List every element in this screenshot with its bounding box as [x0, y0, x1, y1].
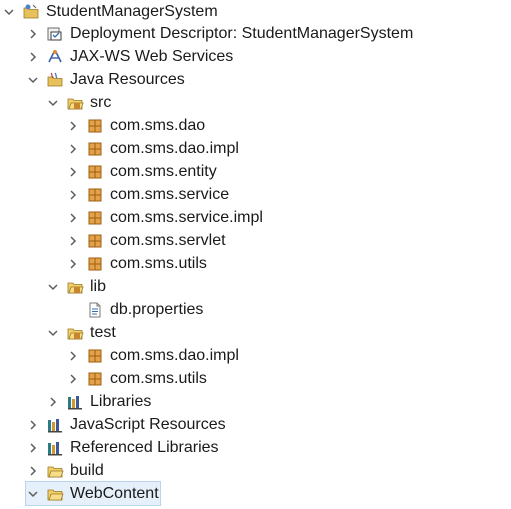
tree-row-package[interactable]: com.sms.dao	[66, 114, 205, 137]
tree-row-label: lib	[90, 278, 107, 295]
tree-row-label: com.sms.dao	[110, 117, 206, 134]
tree-row-build[interactable]: build	[26, 459, 104, 482]
tree-row-package[interactable]: com.sms.service	[66, 183, 229, 206]
chevron-right-icon[interactable]	[26, 441, 40, 455]
tree-row-label: WebContent	[70, 485, 159, 502]
chevron-right-icon[interactable]	[26, 418, 40, 432]
chevron-right-icon[interactable]	[26, 50, 40, 64]
chevron-right-icon[interactable]	[26, 27, 40, 41]
chevron-right-icon[interactable]	[66, 349, 80, 363]
tree-row-label: build	[70, 462, 104, 479]
tree-row-label: test	[90, 324, 116, 341]
tree-row-label: JavaScript Resources	[70, 416, 226, 433]
chevron-right-icon[interactable]	[66, 257, 80, 271]
package-icon	[86, 117, 104, 135]
tree-row-referenced-libraries[interactable]: Referenced Libraries	[26, 436, 219, 459]
chevron-right-icon[interactable]	[66, 211, 80, 225]
tree-row-package[interactable]: com.sms.utils	[66, 367, 207, 390]
tree-row-javascript-resources[interactable]: JavaScript Resources	[26, 413, 226, 436]
open-folder-icon	[46, 485, 64, 503]
chevron-down-icon[interactable]	[46, 326, 60, 340]
package-icon	[86, 163, 104, 181]
web-services-icon	[46, 48, 64, 66]
chevron-right-icon[interactable]	[66, 234, 80, 248]
chevron-down-icon[interactable]	[2, 5, 16, 19]
tree-row-label: Referenced Libraries	[70, 439, 219, 456]
tree-row-project[interactable]: StudentManagerSystem	[2, 0, 218, 23]
java-resources-icon	[46, 71, 64, 89]
tree-row-java-resources[interactable]: Java Resources	[26, 68, 185, 91]
tree-row-label: com.sms.dao.impl	[110, 140, 239, 157]
tree-row-deployment-descriptor[interactable]: Deployment Descriptor: StudentManagerSys…	[26, 22, 413, 45]
chevron-down-icon[interactable]	[46, 280, 60, 294]
file-icon	[86, 301, 104, 319]
package-icon	[86, 347, 104, 365]
tree-row-package[interactable]: com.sms.utils	[66, 252, 207, 275]
package-icon	[86, 370, 104, 388]
tree-row-label: com.sms.service	[110, 186, 230, 203]
deployment-descriptor-icon	[46, 25, 64, 43]
tree-row-package[interactable]: com.sms.servlet	[66, 229, 226, 252]
tree-row-label: Deployment Descriptor: StudentManagerSys…	[70, 25, 414, 42]
tree-row-webcontent[interactable]: WebContent	[25, 481, 161, 506]
chevron-right-icon[interactable]	[66, 372, 80, 386]
tree-row-label: Libraries	[90, 393, 152, 410]
tree-row-label: com.sms.service.impl	[110, 209, 263, 226]
package-icon	[86, 232, 104, 250]
tree-row-libraries[interactable]: Libraries	[46, 390, 151, 413]
tree-row-label: com.sms.entity	[110, 163, 217, 180]
referenced-libraries-icon	[46, 439, 64, 457]
package-icon	[86, 255, 104, 273]
tree-row-jax-ws-web-services[interactable]: JAX-WS Web Services	[26, 45, 233, 68]
chevron-right-icon[interactable]	[66, 165, 80, 179]
tree-row-lib[interactable]: lib	[46, 275, 106, 298]
source-folder-icon	[66, 94, 84, 112]
chevron-down-icon[interactable]	[46, 96, 60, 110]
tree-row-label: com.sms.utils	[110, 370, 207, 387]
tree-row-package[interactable]: com.sms.dao.impl	[66, 344, 239, 367]
tree-row-test[interactable]: test	[46, 321, 116, 344]
source-folder-icon	[66, 324, 84, 342]
folder-icon	[46, 462, 64, 480]
tree-row-label: StudentManagerSystem	[46, 3, 218, 20]
project-explorer-tree: StudentManagerSystem Deployment Descript…	[0, 0, 511, 509]
tree-row-label: com.sms.dao.impl	[110, 347, 239, 364]
chevron-down-icon[interactable]	[26, 487, 40, 501]
package-icon	[86, 209, 104, 227]
chevron-right-icon[interactable]	[66, 188, 80, 202]
tree-row-label: com.sms.servlet	[110, 232, 226, 249]
chevron-right-icon[interactable]	[46, 395, 60, 409]
tree-row-label: JAX-WS Web Services	[70, 48, 234, 65]
tree-row-label: Java Resources	[70, 71, 185, 88]
package-icon	[86, 186, 104, 204]
chevron-right-icon[interactable]	[26, 464, 40, 478]
chevron-down-icon[interactable]	[26, 73, 40, 87]
source-folder-icon	[66, 278, 84, 296]
tree-row-label: db.properties	[110, 301, 204, 318]
libraries-icon	[66, 393, 84, 411]
project-folder-icon	[22, 3, 40, 21]
package-icon	[86, 140, 104, 158]
tree-row-src[interactable]: src	[46, 91, 111, 114]
chevron-right-icon[interactable]	[66, 119, 80, 133]
tree-row-package[interactable]: com.sms.service.impl	[66, 206, 263, 229]
tree-row-label: src	[90, 94, 112, 111]
tree-row-label: com.sms.utils	[110, 255, 207, 272]
tree-row-db-properties[interactable]: db.properties	[86, 298, 203, 321]
tree-row-package[interactable]: com.sms.entity	[66, 160, 217, 183]
tree-row-package[interactable]: com.sms.dao.impl	[66, 137, 239, 160]
javascript-resources-icon	[46, 416, 64, 434]
chevron-right-icon[interactable]	[66, 142, 80, 156]
